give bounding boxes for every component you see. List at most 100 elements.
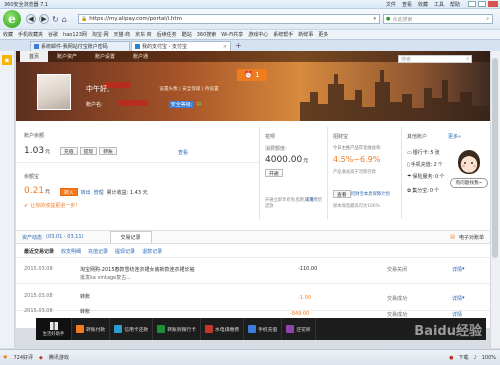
search-engine-icon[interactable]: ●: [386, 16, 390, 22]
dock-item[interactable]: 信用卡还款: [110, 318, 154, 340]
url-text[interactable]: https://my.alipay.com/portal/i.htm: [89, 16, 182, 22]
bookmark-item[interactable]: 酷站: [182, 31, 192, 38]
chevron-down-icon[interactable]: ▾: [373, 16, 376, 22]
greeting-suffix[interactable]: 设置头像 | 安全等级 | 待设置: [159, 86, 218, 92]
bookmark-item[interactable]: 天猫·商: [113, 31, 130, 38]
chevron-down-icon[interactable]: ▾: [462, 295, 465, 301]
account-label: 账户名:: [86, 102, 103, 108]
search-icon[interactable]: ⌕: [486, 16, 489, 22]
bookmark-item[interactable]: Wi-Fi共享: [221, 31, 243, 38]
menu-help[interactable]: 帮助: [450, 1, 460, 8]
status-middle[interactable]: 腾讯游戏: [49, 354, 69, 361]
zoom-level[interactable]: 100%: [482, 355, 496, 361]
withdraw-button[interactable]: 提现: [79, 147, 98, 155]
transfer-button[interactable]: 转账: [99, 147, 117, 155]
status-left[interactable]: 724好评: [13, 354, 33, 361]
row-name[interactable]: 转账: [80, 308, 90, 315]
bookmark-item[interactable]: 新鲜事: [298, 31, 313, 38]
tab-transaction-records[interactable]: 交易记录: [109, 231, 152, 243]
home-icon[interactable]: ⌂: [62, 15, 67, 24]
dock-item[interactable]: 转账付款: [72, 318, 111, 340]
row-name[interactable]: 淘宝网购-2015春款雪纺连衣裙女装新款连衣裙长袖: [80, 266, 200, 273]
help-bubble[interactable]: 有问题找我~: [450, 178, 488, 188]
transfer-in-button[interactable]: 转入: [60, 188, 78, 196]
e-statement-link[interactable]: 电子对账单: [459, 234, 484, 241]
menu-favorites[interactable]: 收藏: [418, 1, 428, 8]
close-icon[interactable]: [488, 1, 498, 7]
dock-item[interactable]: 水电煤缴费: [201, 318, 244, 340]
bookmark-item[interactable]: 收藏: [3, 31, 13, 38]
bookmark-item[interactable]: 手机收藏夹: [18, 31, 43, 38]
bookmark-item[interactable]: 更多: [318, 31, 328, 38]
menu-view[interactable]: 查看: [402, 1, 412, 8]
dock-item[interactable]: 还花呗: [282, 318, 316, 340]
zhaocaibao-view-button[interactable]: 查看: [333, 190, 351, 198]
minimize-icon[interactable]: [468, 1, 476, 7]
maximize-icon[interactable]: [478, 1, 486, 7]
other-item[interactable]: ▭ 银行卡: 5 张: [407, 149, 440, 157]
transfer-out-link[interactable]: 转出: [81, 189, 91, 196]
filter-recent[interactable]: 最近交易记录: [24, 248, 54, 255]
close-tab-icon[interactable]: ×: [223, 44, 227, 50]
new-tab-icon[interactable]: +: [235, 41, 242, 50]
view-balance-link[interactable]: 查看: [178, 149, 188, 156]
menu-tools[interactable]: 工具: [434, 1, 444, 8]
dock-item[interactable]: 手机充值: [244, 318, 283, 340]
status-download[interactable]: 下载: [458, 354, 468, 361]
filter-withdraw[interactable]: 提现记录: [115, 248, 135, 255]
filter-refund[interactable]: 退款记录: [142, 248, 162, 255]
dock-home[interactable]: 生活好助手: [36, 318, 72, 340]
nav-account-link[interactable]: 账户通: [124, 51, 157, 62]
back-icon[interactable]: ◀: [26, 14, 36, 24]
other-item[interactable]: ▯ 手机充值: 2 个: [407, 161, 443, 169]
nav-assets[interactable]: 账户资产: [48, 51, 86, 62]
row-detail-link[interactable]: 详情: [452, 266, 462, 273]
other-more-link[interactable]: 更多»: [448, 133, 461, 140]
bookmark-item[interactable]: hao123网: [63, 31, 87, 38]
help-widget[interactable]: 有问题找我~: [450, 150, 488, 202]
table-row[interactable]: 2015.03.08 淘宝网购-2015春款雪纺连衣裙女装新款连衣裙长袖 批发k…: [16, 262, 490, 284]
message-badge[interactable]: ⏰ 1: [237, 69, 267, 81]
bookmark-item[interactable]: 游戏中心: [248, 31, 268, 38]
other-item[interactable]: ☂ 保险服务: 0 个: [407, 173, 444, 181]
bookmark-item[interactable]: 后续任务: [157, 31, 177, 38]
nav-settings[interactable]: 账户设置: [86, 51, 124, 62]
forward-icon[interactable]: ▶: [39, 14, 49, 24]
huabei-detail-link[interactable]: 详情: [305, 197, 314, 203]
zhaocaibao-plan-link[interactable]: 招财宝本息保障计划: [351, 191, 390, 197]
avatar[interactable]: [37, 74, 71, 110]
bookmark-item[interactable]: 淘宝·网: [92, 31, 109, 38]
row-name[interactable]: 转账: [80, 293, 90, 300]
refresh-icon[interactable]: ↻: [52, 15, 59, 24]
scrollbar-thumb[interactable]: [492, 58, 498, 258]
filter-recharge[interactable]: 充值记录: [88, 248, 108, 255]
speed-icon[interactable]: ●: [449, 355, 453, 361]
yuebao-tip[interactable]: 让你的收益更进一步!: [30, 202, 77, 209]
alipay-search-input[interactable]: 搜索 ⌕: [398, 55, 472, 63]
browser-search-box[interactable]: ● 点此搜索 ⌕: [383, 14, 493, 24]
dock-item[interactable]: 转账到银行卡: [153, 318, 201, 340]
tab-mail[interactable]: 系统邮件-我网站付宝账户密码: [30, 40, 130, 52]
address-bar[interactable]: 🔒 https://my.alipay.com/portal/i.htm ▾: [78, 14, 380, 24]
other-title: 其他账户: [407, 134, 428, 140]
manage-link[interactable]: 管理: [94, 189, 104, 196]
bookmark-item[interactable]: 京东·商: [135, 31, 152, 38]
bookmark-item[interactable]: 系统帮手: [273, 31, 293, 38]
bookmark-item[interactable]: 360搜索: [197, 31, 217, 38]
row-detail-link[interactable]: 详情: [452, 311, 462, 318]
tab-asset-dynamics[interactable]: 资产动态: [22, 234, 42, 241]
huabei-note: 开通立即享有免息期,先消费后还款: [265, 198, 323, 209]
star-icon[interactable]: ★: [2, 55, 12, 65]
sound-icon[interactable]: ♪: [474, 355, 477, 361]
other-item[interactable]: ✿ 集分宝: 0 个: [407, 187, 439, 195]
nav-home[interactable]: 首页: [20, 51, 49, 62]
filter-income-expense[interactable]: 收支明细: [61, 248, 81, 255]
huabei-open-button[interactable]: 开通: [265, 169, 283, 177]
row-detail-link[interactable]: 详情: [452, 295, 462, 302]
tab-alipay[interactable]: 我的支付宝 - 支付宝 ×: [131, 40, 231, 52]
menu-file[interactable]: 文件: [386, 1, 396, 8]
bookmark-item[interactable]: 谷歌: [48, 31, 58, 38]
recharge-button[interactable]: 充值: [60, 147, 78, 155]
chevron-down-icon[interactable]: ▾: [462, 266, 465, 272]
search-icon[interactable]: ⌕: [466, 56, 469, 62]
